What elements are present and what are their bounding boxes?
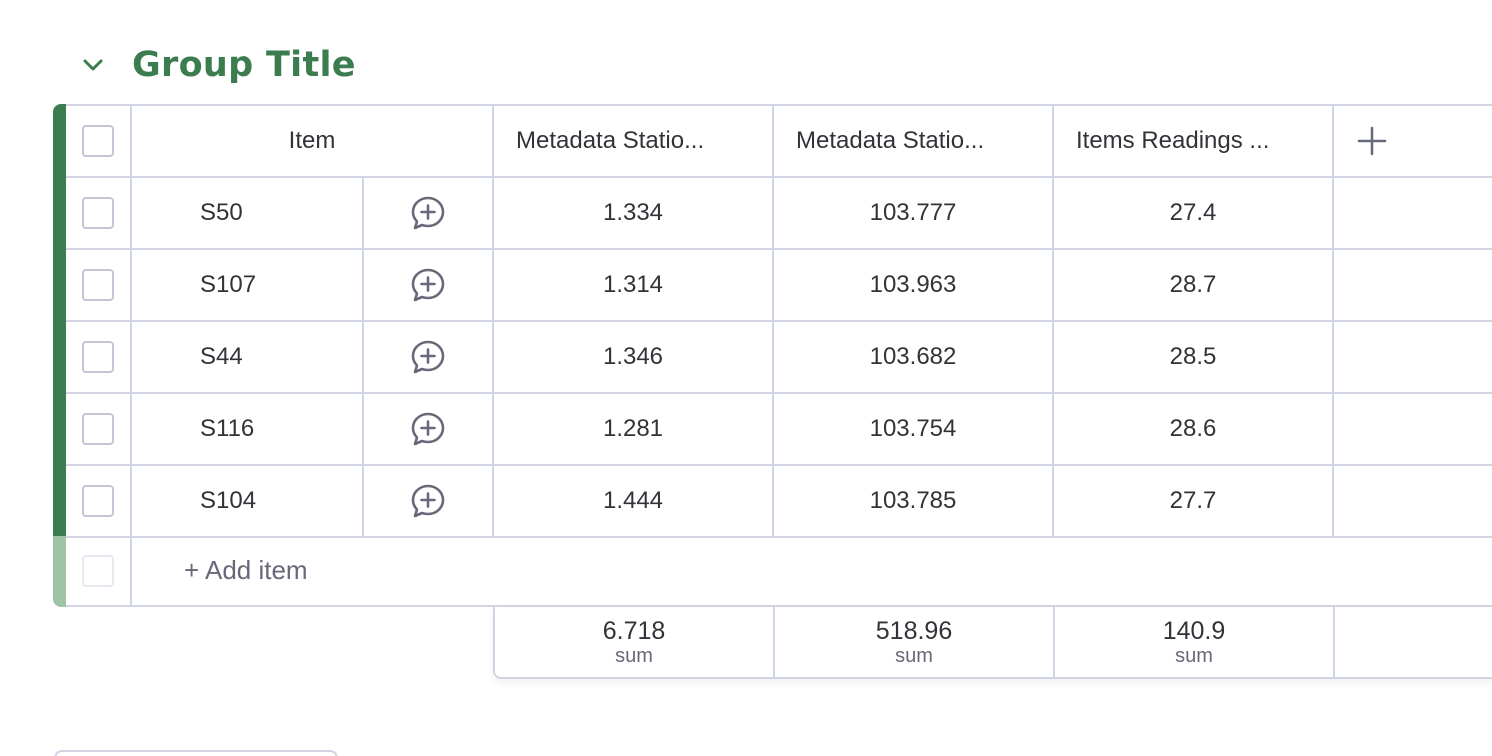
cell-col-2[interactable]: 103.682: [774, 322, 1054, 394]
conversation-cell[interactable]: [364, 466, 494, 538]
add-row-checkbox: [82, 554, 114, 587]
group-color-bar-add-row: [53, 536, 66, 607]
row-checkbox-cell: [66, 178, 132, 250]
item-name[interactable]: S50: [132, 178, 364, 250]
cell-col-3[interactable]: 28.7: [1054, 250, 1334, 322]
item-name[interactable]: S44: [132, 322, 364, 394]
cell-empty: [1334, 178, 1492, 250]
cell-col-3[interactable]: 28.5: [1054, 322, 1334, 394]
add-update-icon[interactable]: [410, 195, 446, 231]
row-checkbox-cell: [66, 250, 132, 322]
add-column-cell: [1334, 104, 1492, 178]
group-header: Group Title: [78, 40, 356, 90]
summary-value: 6.718: [602, 617, 666, 645]
cell-col-2[interactable]: 103.785: [774, 466, 1054, 538]
group-title[interactable]: Group Title: [132, 45, 356, 85]
item-name[interactable]: S104: [132, 466, 364, 538]
plus-icon[interactable]: [1356, 125, 1388, 157]
row-checkbox[interactable]: [82, 413, 114, 445]
table-row: S104 1.444 103.785 27.7: [66, 466, 1492, 538]
summary-value: 140.9: [1162, 617, 1226, 645]
table-row: S50 1.334 103.777 27.4: [66, 178, 1492, 250]
cell-col-1[interactable]: 1.444: [494, 466, 774, 538]
select-all-checkbox[interactable]: [82, 125, 114, 157]
header-checkbox-cell: [66, 104, 132, 178]
table-row: S116 1.281 103.754 28.6: [66, 394, 1492, 466]
cell-empty: [1334, 394, 1492, 466]
cell-empty: [1334, 322, 1492, 394]
cell-col-1[interactable]: 1.346: [494, 322, 774, 394]
row-checkbox[interactable]: [82, 197, 114, 229]
group-color-bar: [53, 104, 66, 536]
column-header-2[interactable]: Metadata Statio...: [774, 104, 1054, 178]
cell-col-2[interactable]: 103.754: [774, 394, 1054, 466]
item-name[interactable]: S107: [132, 250, 364, 322]
add-update-icon[interactable]: [410, 267, 446, 303]
summary-cell-empty: [1335, 607, 1492, 677]
table-row: S44 1.346 103.682 28.5: [66, 322, 1492, 394]
summary-cell-1: 6.718 sum: [495, 607, 775, 677]
add-row-checkbox-cell: [66, 536, 132, 607]
summary-cell-2: 518.96 sum: [775, 607, 1055, 677]
add-group-button[interactable]: [54, 750, 338, 756]
conversation-cell[interactable]: [364, 394, 494, 466]
add-item-input[interactable]: + Add item: [132, 536, 1492, 607]
chevron-down-icon[interactable]: [78, 50, 108, 80]
summary-value: 518.96: [875, 617, 953, 645]
row-checkbox[interactable]: [82, 485, 114, 517]
cell-col-1[interactable]: 1.281: [494, 394, 774, 466]
conversation-cell[interactable]: [364, 322, 494, 394]
summary-cell-3: 140.9 sum: [1055, 607, 1335, 677]
table-header: Item Metadata Statio... Metadata Statio.…: [66, 104, 1492, 178]
table-row: S107 1.314 103.963 28.7: [66, 250, 1492, 322]
cell-col-3[interactable]: 27.4: [1054, 178, 1334, 250]
add-update-icon[interactable]: [410, 483, 446, 519]
add-item-row: + Add item: [66, 536, 1492, 607]
cell-col-3[interactable]: 27.7: [1054, 466, 1334, 538]
add-update-icon[interactable]: [410, 411, 446, 447]
cell-col-1[interactable]: 1.334: [494, 178, 774, 250]
column-header-1[interactable]: Metadata Statio...: [494, 104, 774, 178]
column-header-item[interactable]: Item: [132, 104, 494, 178]
column-header-3[interactable]: Items Readings ...: [1054, 104, 1334, 178]
row-checkbox-cell: [66, 322, 132, 394]
add-update-icon[interactable]: [410, 339, 446, 375]
item-name[interactable]: S116: [132, 394, 364, 466]
conversation-cell[interactable]: [364, 250, 494, 322]
summary-label: sum: [895, 645, 933, 667]
summary-row: 6.718 sum 518.96 sum 140.9 sum: [493, 607, 1492, 679]
cell-empty: [1334, 250, 1492, 322]
cell-empty: [1334, 466, 1492, 538]
row-checkbox[interactable]: [82, 269, 114, 301]
summary-label: sum: [1175, 645, 1213, 667]
summary-label: sum: [615, 645, 653, 667]
conversation-cell[interactable]: [364, 178, 494, 250]
cell-col-2[interactable]: 103.963: [774, 250, 1054, 322]
cell-col-1[interactable]: 1.314: [494, 250, 774, 322]
cell-col-3[interactable]: 28.6: [1054, 394, 1334, 466]
row-checkbox[interactable]: [82, 341, 114, 373]
cell-col-2[interactable]: 103.777: [774, 178, 1054, 250]
row-checkbox-cell: [66, 394, 132, 466]
row-checkbox-cell: [66, 466, 132, 538]
